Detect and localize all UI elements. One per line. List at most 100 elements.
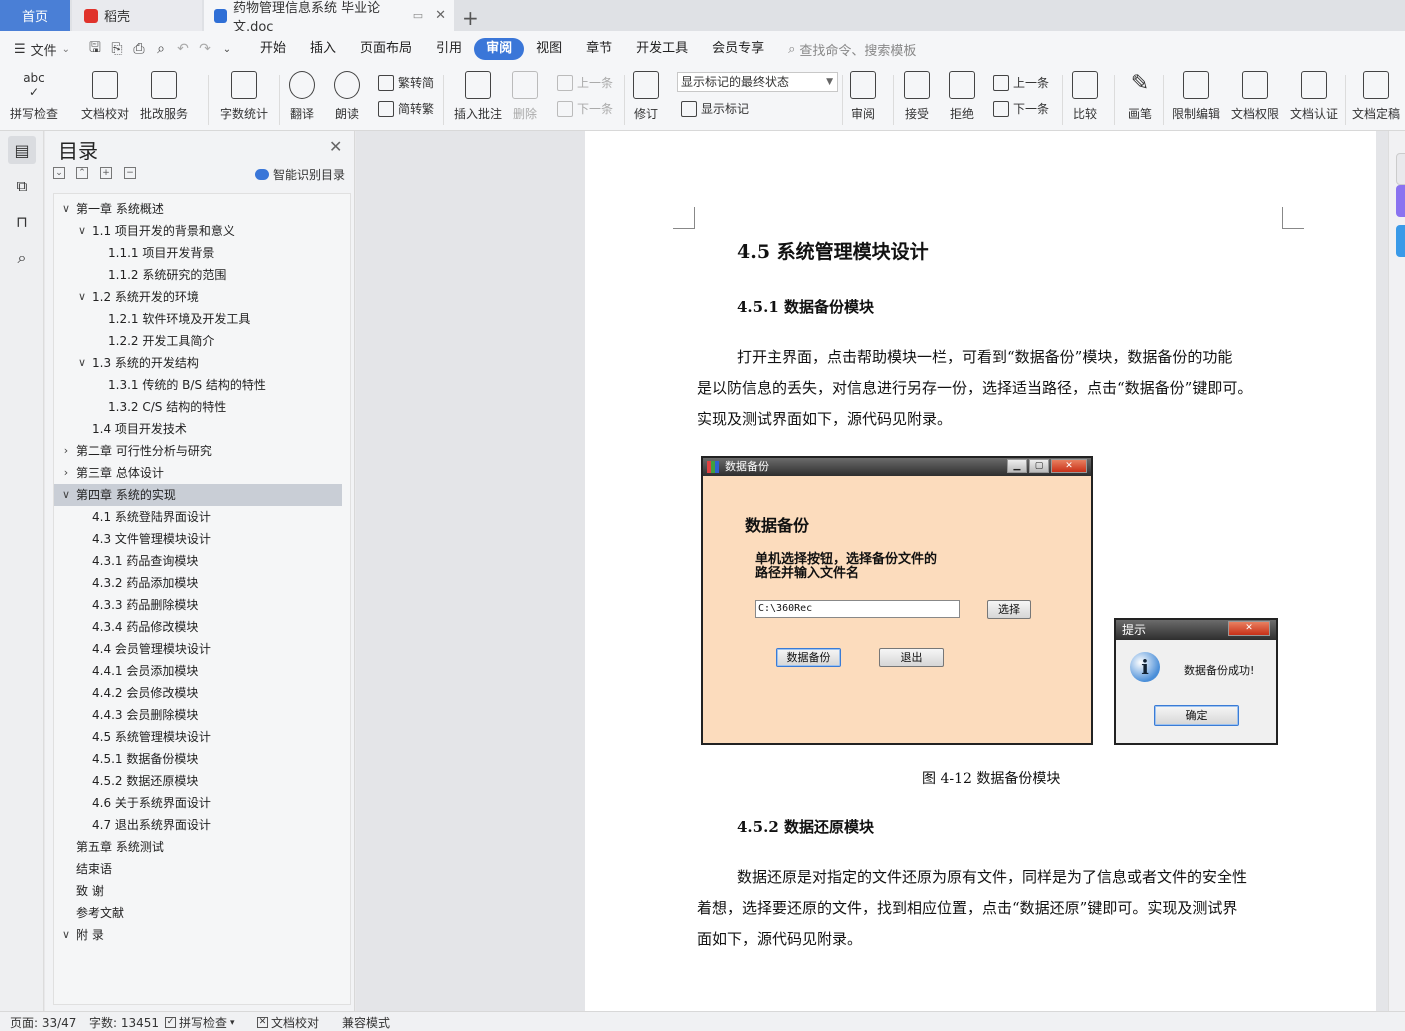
toc-item[interactable]: 4.6 关于系统界面设计	[54, 792, 342, 814]
menu-tab-1[interactable]: 插入	[298, 38, 348, 60]
chevron-down-icon[interactable]: ∨	[76, 220, 88, 242]
command-search[interactable]: ⌕ 查找命令、搜索模板	[788, 40, 916, 59]
read-aloud-button[interactable]: 朗读	[334, 71, 360, 122]
to-simplified-button[interactable]: 简转繁	[378, 100, 434, 117]
toc-item[interactable]: 4.3.4 药品修改模块	[54, 616, 342, 638]
word-count-button[interactable]: 字数统计	[220, 71, 268, 122]
toc-item[interactable]: 1.2.2 开发工具简介	[54, 330, 342, 352]
toc-item[interactable]: 4.3 文件管理模块设计	[54, 528, 342, 550]
print-icon[interactable]: ⎙	[128, 38, 150, 60]
proof-toggle[interactable]: ✕ 文档校对	[257, 1014, 319, 1031]
collapse-all-icon[interactable]: ⌄	[53, 167, 65, 179]
close-icon[interactable]: ✕	[329, 137, 342, 156]
chevron-right-icon[interactable]: ›	[60, 462, 72, 484]
undo-icon[interactable]: ↶	[172, 38, 194, 60]
toc-item[interactable]: 4.5.1 数据备份模块	[54, 748, 342, 770]
toc-item[interactable]: 4.4.1 会员添加模块	[54, 660, 342, 682]
toc-item[interactable]: 1.2.1 软件环境及开发工具	[54, 308, 342, 330]
expand-up-icon[interactable]: ⌃	[76, 167, 88, 179]
toc-item[interactable]: ∨ 第四章 系统的实现	[54, 484, 342, 506]
doc-finalize-button[interactable]: 文档定稿	[1352, 71, 1400, 122]
side-tab-icon[interactable]	[1396, 225, 1405, 257]
close-tab-icon[interactable]: ✕	[435, 8, 446, 23]
toc-item[interactable]: 4.7 退出系统界面设计	[54, 814, 342, 836]
toc-item[interactable]: ∨ 1.1 项目开发的背景和意义	[54, 220, 342, 242]
toc-item[interactable]: 1.3.1 传统的 B/S 结构的特性	[54, 374, 342, 396]
toc-item[interactable]: ∨ 第一章 系统概述	[54, 198, 342, 220]
toc-item[interactable]: 4.3.1 药品查询模块	[54, 550, 342, 572]
toc-item[interactable]: › 第二章 可行性分析与研究	[54, 440, 342, 462]
chevron-down-icon[interactable]: ∨	[76, 352, 88, 374]
add-heading-icon[interactable]: +	[100, 167, 112, 179]
next-comment-button[interactable]: 下一条	[557, 100, 613, 117]
toc-item[interactable]: 1.1.2 系统研究的范围	[54, 264, 342, 286]
toc-item[interactable]: 4.1 系统登陆界面设计	[54, 506, 342, 528]
show-markup-button[interactable]: 显示标记	[681, 100, 749, 117]
toc-item[interactable]: ∨ 1.2 系统开发的环境	[54, 286, 342, 308]
chevron-down-icon[interactable]: ∨	[60, 924, 72, 946]
toc-item[interactable]: 4.4 会员管理模块设计	[54, 638, 342, 660]
file-menu[interactable]: ☰ 文件 ⌄	[14, 40, 84, 59]
chevron-down-icon[interactable]: ∨	[60, 198, 72, 220]
redo-icon[interactable]: ↷	[194, 38, 216, 60]
side-tab-icon[interactable]	[1396, 185, 1405, 217]
monitor-icon[interactable]: ▭	[413, 9, 423, 22]
toc-item[interactable]: 致 谢	[54, 880, 342, 902]
accept-button[interactable]: 接受	[904, 71, 930, 122]
ink-button[interactable]: ✎ 画笔	[1127, 71, 1153, 122]
toc-panel-icon[interactable]: ▤	[8, 136, 36, 164]
quick-access-more-icon[interactable]: ⌄	[216, 38, 238, 60]
print-preview-icon[interactable]: ⌕	[150, 38, 172, 60]
track-changes-button[interactable]: 修订	[633, 71, 659, 122]
toc-item[interactable]: 4.5 系统管理模块设计	[54, 726, 342, 748]
to-traditional-button[interactable]: 繁转简	[378, 74, 434, 91]
toc-item[interactable]: 参考文献	[54, 902, 342, 924]
new-tab-button[interactable]: +	[462, 2, 482, 33]
toc-item[interactable]: 1.4 项目开发技术	[54, 418, 342, 440]
menu-tab-2[interactable]: 页面布局	[348, 38, 424, 60]
toc-item[interactable]: › 第三章 总体设计	[54, 462, 342, 484]
menu-tab-6[interactable]: 章节	[574, 38, 624, 60]
prev-change-button[interactable]: 上一条	[993, 74, 1049, 91]
review-pane-button[interactable]: 审阅	[850, 71, 876, 122]
toc-item[interactable]: 第五章 系统测试	[54, 836, 342, 858]
chapter-nav-icon[interactable]: ⧉	[8, 172, 36, 200]
reject-button[interactable]: 拒绝	[949, 71, 975, 122]
menu-tab-7[interactable]: 开发工具	[624, 38, 700, 60]
menu-tab-5[interactable]: 视图	[524, 38, 574, 60]
chevron-down-icon[interactable]: ∨	[60, 484, 72, 506]
doc-permission-button[interactable]: 文档权限	[1231, 71, 1279, 122]
spellcheck-button[interactable]: abc ✓ 拼写检查	[10, 71, 58, 122]
next-change-button[interactable]: 下一条	[993, 100, 1049, 117]
toc-item[interactable]: 4.3.3 药品删除模块	[54, 594, 342, 616]
toc-item[interactable]: 1.1.1 项目开发背景	[54, 242, 342, 264]
toc-item[interactable]: ∨ 附 录	[54, 924, 342, 946]
page-indicator[interactable]: 页面: 33/47	[10, 1014, 76, 1031]
menu-tab-3[interactable]: 引用	[424, 38, 474, 60]
toc-item[interactable]: 1.3.2 C/S 结构的特性	[54, 396, 342, 418]
tab-document[interactable]: 药物管理信息系统 毕业论文.doc ▭ ✕	[204, 0, 454, 35]
word-count-indicator[interactable]: 字数: 13451	[89, 1014, 159, 1031]
menu-tab-0[interactable]: 开始	[248, 38, 298, 60]
toc-item[interactable]: 4.4.3 会员删除模块	[54, 704, 342, 726]
side-tab-icon[interactable]	[1396, 153, 1405, 185]
toc-item[interactable]: ∨ 1.3 系统的开发结构	[54, 352, 342, 374]
toc-item[interactable]: 4.3.2 药品添加模块	[54, 572, 342, 594]
bookmark-icon[interactable]: ⊓	[8, 208, 36, 236]
chevron-down-icon[interactable]: ∨	[76, 286, 88, 308]
chevron-right-icon[interactable]: ›	[60, 440, 72, 462]
insert-comment-button[interactable]: 插入批注	[454, 71, 502, 122]
prev-comment-button[interactable]: 上一条	[557, 74, 613, 91]
search-icon[interactable]: ⌕	[8, 244, 36, 272]
tab-home[interactable]: 首页	[0, 0, 70, 31]
markup-state-select[interactable]: 显示标记的最终状态 ▼	[677, 72, 838, 92]
restrict-edit-button[interactable]: 限制编辑	[1172, 71, 1220, 122]
doc-certify-button[interactable]: 文档认证	[1290, 71, 1338, 122]
translate-button[interactable]: 翻译	[289, 71, 315, 122]
review-service-button[interactable]: 批改服务	[140, 71, 188, 122]
doc-proof-button[interactable]: 文档校对	[81, 71, 129, 122]
menu-tab-8[interactable]: 会员专享	[700, 38, 776, 60]
smart-toc-button[interactable]: 智能识别目录	[255, 166, 345, 183]
spellcheck-toggle[interactable]: ✓ 拼写检查 ▾	[165, 1014, 235, 1031]
export-pdf-icon[interactable]: ⎘	[106, 38, 128, 60]
